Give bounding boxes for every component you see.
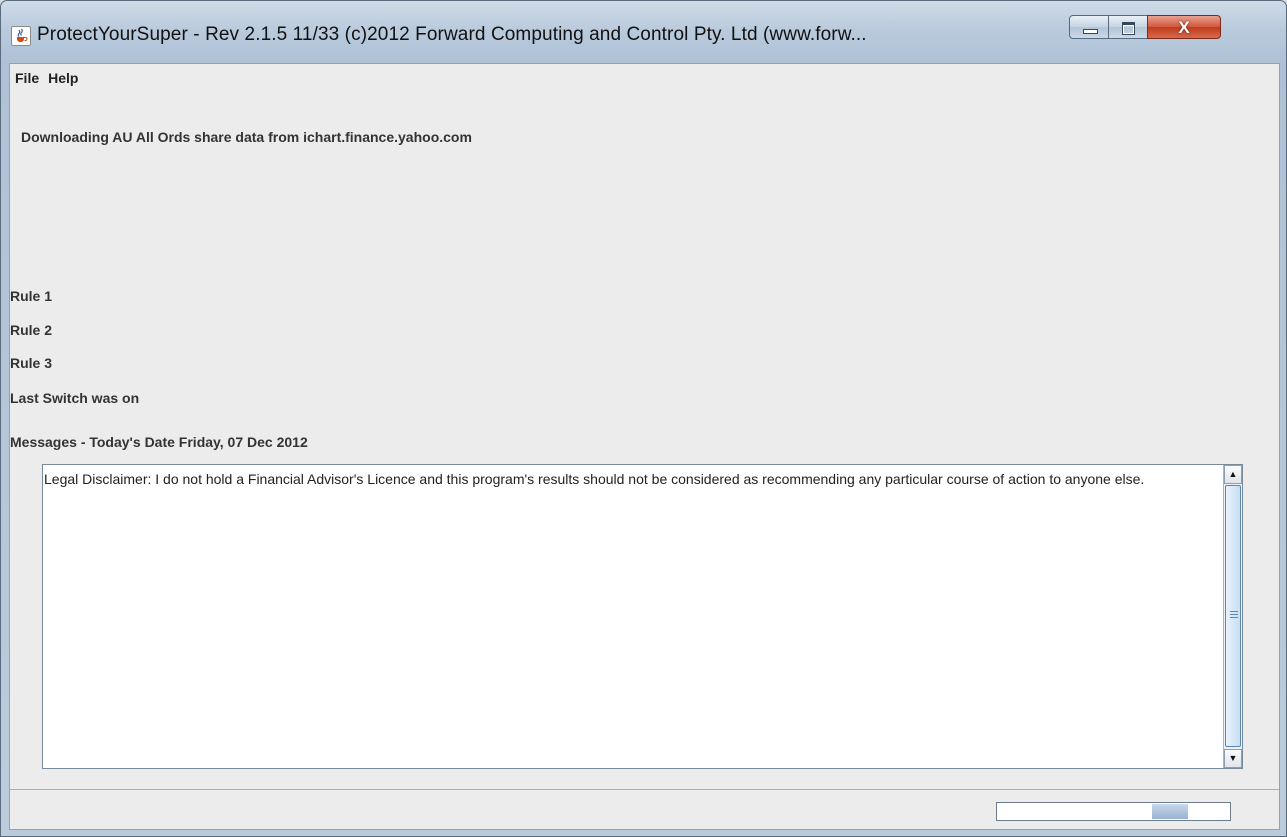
close-button[interactable]: X xyxy=(1147,15,1221,39)
last-switch-label: Last Switch was on xyxy=(10,390,140,406)
grip-icon xyxy=(1230,611,1238,618)
download-status-label: Downloading AU All Ords share data from … xyxy=(21,129,472,145)
java-cup-icon[interactable] xyxy=(11,26,31,46)
menu-bar: File Help xyxy=(10,64,1279,92)
close-icon: X xyxy=(1178,18,1190,37)
app-window: ProtectYourSuper - Rev 2.1.5 11/33 (c)20… xyxy=(0,0,1287,837)
scroll-up-button[interactable]: ▲ xyxy=(1224,465,1242,484)
messages-text: Legal Disclaimer: I do not hold a Financ… xyxy=(44,471,1145,487)
caption-buttons: X xyxy=(1069,15,1221,41)
maximize-button[interactable] xyxy=(1108,15,1148,39)
progress-bar xyxy=(996,802,1231,821)
scroll-down-button[interactable]: ▼ xyxy=(1224,749,1242,768)
vertical-scrollbar[interactable]: ▲ ▼ xyxy=(1223,465,1242,768)
rule-2-label: Rule 2 xyxy=(10,322,53,338)
rule-3-label: Rule 3 xyxy=(10,355,53,371)
rule-1-label: Rule 1 xyxy=(10,288,53,304)
messages-textarea[interactable]: Legal Disclaimer: I do not hold a Financ… xyxy=(42,464,1243,769)
status-separator xyxy=(10,789,1279,790)
progress-indicator xyxy=(1152,804,1188,819)
minimize-icon xyxy=(1083,29,1098,34)
scroll-thumb[interactable] xyxy=(1225,485,1241,747)
window-title: ProtectYourSuper - Rev 2.1.5 11/33 (c)20… xyxy=(37,24,867,45)
maximize-icon xyxy=(1122,22,1135,35)
menu-file[interactable]: File xyxy=(10,70,43,86)
title-bar[interactable]: ProtectYourSuper - Rev 2.1.5 11/33 (c)20… xyxy=(1,1,1286,63)
minimize-button[interactable] xyxy=(1069,15,1109,39)
menu-help[interactable]: Help xyxy=(43,70,82,86)
messages-header: Messages - Today's Date Friday, 07 Dec 2… xyxy=(10,434,308,450)
client-area: File Help Downloading AU All Ords share … xyxy=(9,63,1280,830)
